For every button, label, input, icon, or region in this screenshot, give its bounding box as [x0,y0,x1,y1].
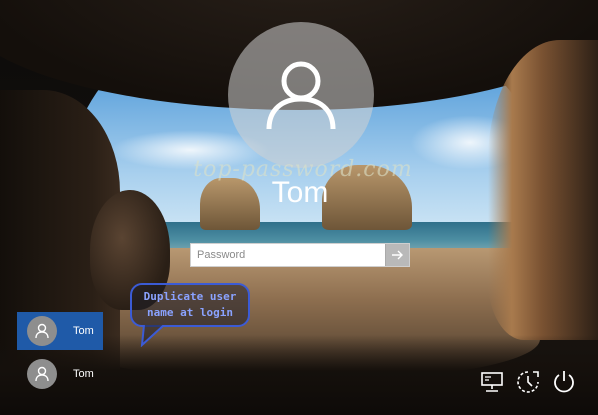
user-avatar [228,22,374,168]
network-button[interactable] [478,368,506,396]
submit-button[interactable] [385,244,409,266]
password-input[interactable] [191,244,385,266]
avatar [27,359,57,389]
user-icon [266,61,336,130]
cave-wall-right [488,40,598,340]
callout-line: name at login [146,306,234,319]
arrow-right-icon [391,250,403,260]
password-box [190,243,410,267]
user-icon [35,323,49,339]
callout-line: Duplicate user [143,290,237,303]
callout-tail [140,325,165,347]
user-list-item-label: Tom [73,325,94,337]
user-list-item-selected[interactable]: Tom [17,312,103,350]
avatar [27,316,57,346]
ease-of-access-button[interactable] [514,368,542,396]
user-list-item-label: Tom [73,368,94,380]
annotation-callout: Duplicate user name at login [130,283,250,327]
ease-of-access-icon [517,371,539,393]
network-icon [481,372,503,392]
power-icon [554,371,574,393]
user-name: Tom [271,176,329,209]
power-button[interactable] [550,368,578,396]
user-icon [35,366,49,382]
user-list-item[interactable]: Tom [17,355,103,393]
